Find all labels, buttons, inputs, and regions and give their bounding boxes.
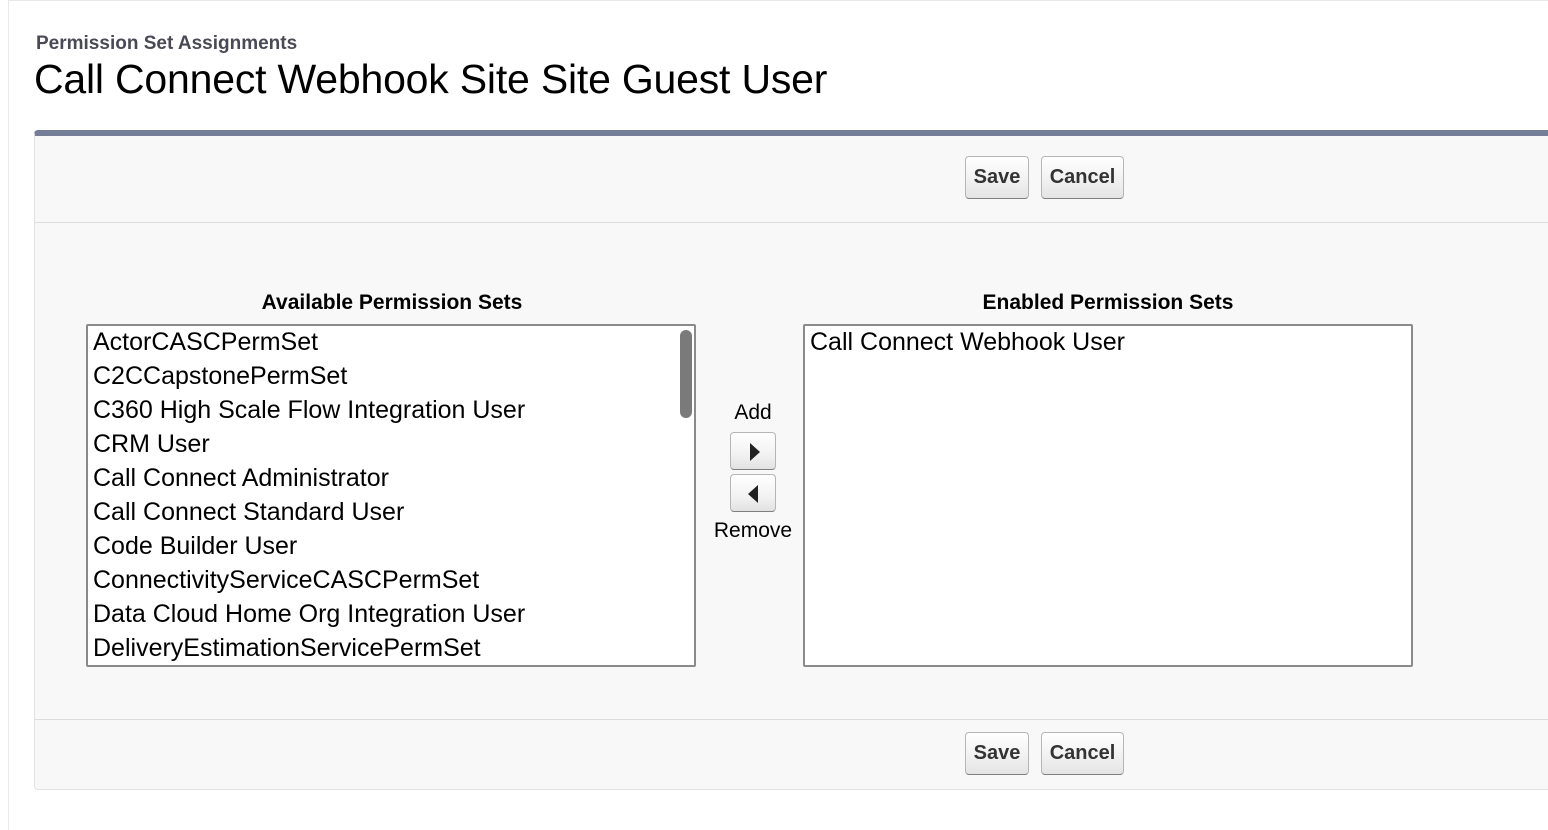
list-item[interactable]: Call Connect Webhook User bbox=[805, 326, 1391, 359]
list-item[interactable]: Data Cloud Home Org Integration User bbox=[88, 597, 674, 631]
available-permission-sets-label: Available Permission Sets bbox=[261, 291, 523, 314]
save-button-bottom[interactable]: Save bbox=[965, 732, 1029, 775]
list-item[interactable]: Code Builder User bbox=[88, 529, 674, 563]
enabled-permission-sets-label: Enabled Permission Sets bbox=[982, 291, 1234, 314]
list-item[interactable]: DeliveryEstimationServicePermSet bbox=[88, 631, 674, 665]
list-item[interactable]: ConnectivityServiceCASCPermSet bbox=[88, 563, 674, 597]
cancel-button-bottom[interactable]: Cancel bbox=[1041, 732, 1124, 775]
top-button-row: Save Cancel bbox=[35, 136, 1548, 223]
scrollbar-thumb[interactable] bbox=[680, 330, 692, 418]
save-button-top[interactable]: Save bbox=[965, 156, 1029, 199]
list-item[interactable]: C360 High Scale Flow Integration User bbox=[88, 393, 674, 427]
add-remove-controls: Add Remove bbox=[705, 398, 801, 546]
cancel-button-top[interactable]: Cancel bbox=[1041, 156, 1124, 199]
page-subtitle: Permission Set Assignments bbox=[36, 33, 298, 54]
list-item[interactable]: CRM User bbox=[88, 427, 674, 461]
list-item[interactable]: ActorCASCPermSet bbox=[88, 326, 674, 359]
list-item[interactable]: Call Connect Standard User bbox=[88, 495, 674, 529]
page-title: Call Connect Webhook Site Site Guest Use… bbox=[34, 56, 828, 102]
list-item[interactable]: C2CCapstonePermSet bbox=[88, 359, 674, 393]
remove-button[interactable] bbox=[730, 474, 776, 512]
enabled-permission-sets-list[interactable]: Call Connect Webhook User bbox=[803, 324, 1413, 667]
remove-label: Remove bbox=[713, 519, 793, 542]
add-button[interactable] bbox=[730, 432, 776, 470]
list-item[interactable]: Call Connect Administrator bbox=[88, 461, 674, 495]
arrow-left-icon bbox=[748, 485, 758, 503]
available-permission-sets-list[interactable]: ActorCASCPermSet C2CCapstonePermSet C360… bbox=[86, 324, 696, 667]
scrollbar[interactable] bbox=[678, 328, 692, 663]
permission-set-panel: Save Cancel Available Permission Sets En… bbox=[34, 130, 1548, 790]
bottom-button-row: Save Cancel bbox=[35, 719, 1548, 791]
add-label: Add bbox=[734, 401, 772, 424]
arrow-right-icon bbox=[750, 443, 760, 461]
